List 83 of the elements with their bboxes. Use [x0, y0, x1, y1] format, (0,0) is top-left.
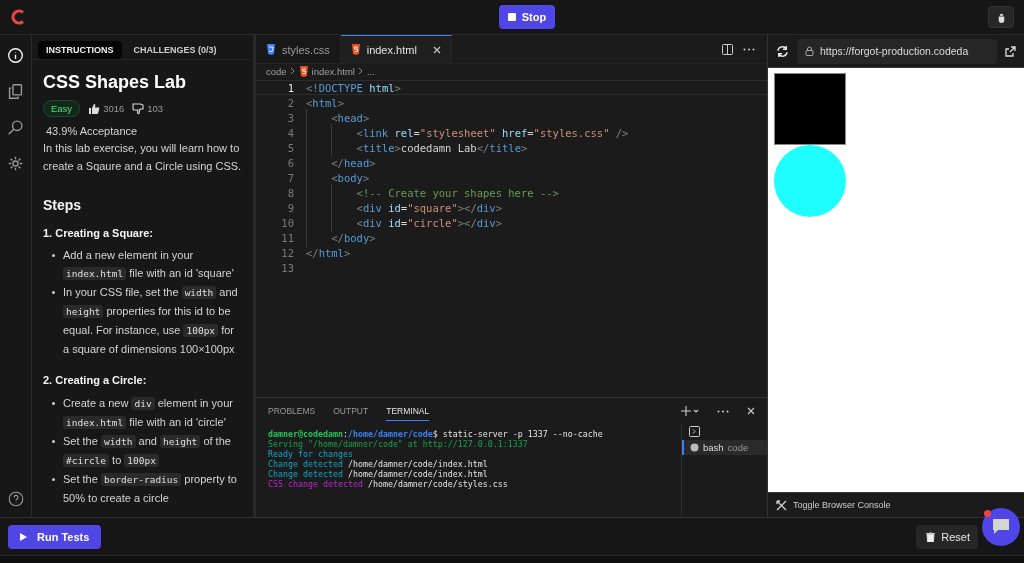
step-heading: 1. Creating a Square: [43, 225, 155, 241]
line-number: 7 [286, 171, 294, 184]
terminal-line: Change detected /home/damner/code/index.html [268, 469, 489, 479]
step-instruction: Set the border-radius property to 50% to create a circle [51, 469, 243, 507]
logo-icon [10, 8, 26, 26]
trash-icon [926, 531, 936, 542]
terminal-line: CSS change detected /home/damner/code/styles.css [268, 479, 509, 489]
sidebar-button[interactable] [5, 45, 26, 65]
terminal-line: Serving "/home/damner/code" at http://127.0.0.1:1337 [268, 439, 529, 449]
thumbs-up-icon[interactable] [88, 102, 101, 115]
chevron-right-icon [289, 67, 296, 75]
html-file-icon [298, 65, 309, 77]
line-number: 12 [280, 246, 294, 259]
more-icon[interactable] [743, 47, 755, 51]
difficulty-badge: Easy [43, 100, 81, 118]
stop-icon [507, 13, 516, 21]
lab-description: In this lab exercise, you will learn how to create a Sqaure and a Circle using CSS. [43, 141, 243, 174]
instructions-tab[interactable]: CHALLENGES (0/3) [125, 41, 225, 59]
breadcrumb-item[interactable]: code [266, 65, 287, 77]
dislikes-count: 103 [147, 102, 164, 116]
stop-button[interactable]: Stop [499, 5, 555, 29]
help-icon[interactable] [7, 491, 24, 507]
line-number: 13 [280, 261, 294, 274]
css-file-icon [266, 44, 276, 55]
tools-icon [776, 499, 787, 511]
line-number: 8 [286, 186, 294, 199]
line-number: 9 [286, 201, 294, 214]
step-instruction: In your CSS file, set the width and height properties for this id to be equal. For instance, use 100px for a square of dimensions 100×100px [51, 283, 243, 358]
split-editor-icon[interactable] [722, 43, 733, 55]
line-number: 6 [286, 156, 294, 169]
search-icon [7, 118, 24, 136]
thumbs-down-icon[interactable] [132, 102, 145, 115]
external-link-icon[interactable] [1005, 45, 1016, 57]
reset-lab-button[interactable]: Reset [916, 524, 978, 549]
new-terminal-icon[interactable] [681, 406, 699, 416]
steps-heading: Steps [43, 197, 83, 215]
code-line: <div id="circle"></div> [306, 216, 502, 229]
info-icon [7, 46, 24, 64]
breadcrumb-item[interactable]: ... [366, 65, 375, 77]
panel-tab[interactable]: TERMINAL [386, 401, 430, 421]
settings-icon [7, 154, 24, 172]
line-number: 1 [286, 81, 294, 94]
line-number: 5 [286, 141, 294, 154]
terminal-line: Change detected /home/damner/code/index.html [268, 459, 489, 469]
step-heading: 2. Creating a Circle: [43, 373, 148, 388]
terminal-session[interactable]: bash code [682, 440, 767, 455]
terminal-icon[interactable] [689, 426, 700, 437]
square-shape [774, 73, 846, 145]
line-number: 3 [286, 111, 294, 124]
url-field[interactable]: https://forgot-production.codeda [797, 38, 997, 64]
play-icon [20, 532, 27, 541]
terminal-line: damner@codedamn:/home/damner/code$ static-server -p 1337 --no-cache [268, 429, 604, 439]
chat-button[interactable] [982, 508, 1020, 546]
chat-bubble-icon [991, 518, 1011, 536]
acceptance-rate: 43.9% Acceptance [45, 123, 139, 139]
breadcrumb-item[interactable]: index.html [311, 65, 355, 77]
shell-icon [690, 443, 699, 452]
code-line: </html> [306, 246, 351, 259]
lab-title: CSS Shapes Lab [43, 71, 188, 94]
reload-icon[interactable] [776, 44, 789, 58]
panel-tab[interactable]: OUTPUT [333, 401, 369, 421]
line-number: 11 [280, 231, 294, 244]
likes-count: 3016 [103, 102, 125, 116]
more-icon[interactable] [717, 409, 729, 413]
chevron-right-icon [357, 67, 364, 75]
line-number: 4 [286, 126, 294, 139]
lock-icon [805, 46, 814, 56]
line-number: 2 [286, 96, 294, 109]
run-tests-button[interactable]: Run Tests [8, 524, 102, 549]
html-file-icon [350, 44, 361, 55]
bug-button[interactable] [988, 6, 1014, 28]
code-line: <!DOCTYPE html> [306, 81, 401, 94]
close-icon[interactable] [747, 407, 755, 415]
line-number: 10 [280, 216, 294, 229]
terminal-line: Ready for changes [268, 449, 354, 459]
close-icon[interactable] [432, 45, 441, 54]
code-line: <html> [306, 96, 344, 109]
panel-tab[interactable]: PROBLEMS [268, 401, 316, 421]
files-icon [7, 82, 24, 100]
instructions-tab[interactable]: INSTRUCTIONS [38, 41, 122, 59]
code-line: <title>codedamn Lab</title> [306, 141, 528, 154]
code-line: </body> [306, 231, 376, 244]
file-tab[interactable]: index.html [340, 35, 452, 63]
